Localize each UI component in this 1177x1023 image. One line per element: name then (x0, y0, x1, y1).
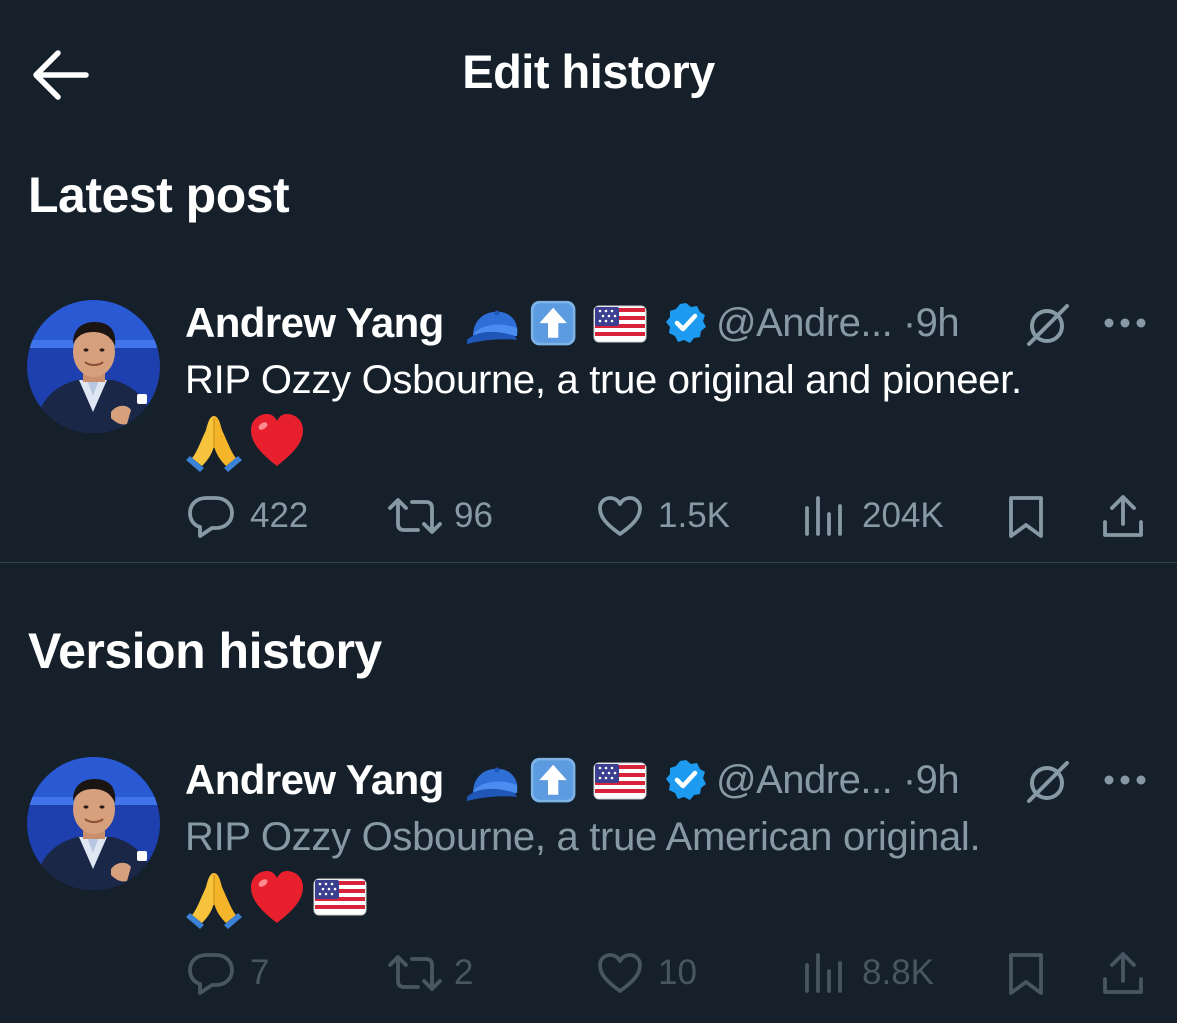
views-count: 8.8K (862, 953, 934, 992)
share-icon (1103, 495, 1143, 537)
version-history-heading: Version history (28, 623, 382, 679)
repost-icon (388, 498, 442, 534)
reply-icon (188, 953, 234, 995)
bookmark-icon (1009, 953, 1043, 995)
repost-button[interactable]: 96 (386, 490, 506, 540)
bookmark-icon (1009, 496, 1043, 538)
blue-cap-icon (467, 767, 518, 801)
latest-post[interactable]: Andrew Yang @Andre... ·9h RIP Ozzy Osbou… (0, 299, 1177, 560)
edited-icon[interactable] (1023, 759, 1073, 805)
page-title: Edit history (462, 45, 715, 98)
bookmark-button[interactable] (1006, 947, 1050, 997)
author-name[interactable]: Andrew Yang (185, 299, 444, 347)
views-button[interactable]: 204K (802, 490, 962, 540)
heart-outline-icon (598, 496, 642, 536)
views-chart-icon (805, 496, 842, 536)
author-handle[interactable]: @Andre... ·9h (716, 758, 960, 803)
avatar[interactable] (27, 300, 160, 433)
folded-hands-icon (185, 415, 243, 473)
edited-icon[interactable] (1023, 302, 1073, 348)
up-arrow-icon (530, 300, 576, 346)
repost-icon (388, 955, 442, 991)
reply-button[interactable]: 7 (186, 947, 296, 997)
up-arrow-icon (530, 757, 576, 803)
more-options-icon[interactable] (1102, 773, 1148, 787)
like-count: 10 (658, 953, 697, 992)
avatar[interactable] (27, 757, 160, 890)
verified-badge-icon (666, 760, 706, 800)
us-flag-icon (593, 305, 647, 343)
share-button[interactable] (1100, 947, 1148, 997)
edit-history-screen: Edit history Latest post Andrew Yang @An… (0, 0, 1177, 1023)
heart-outline-icon (598, 953, 642, 993)
reply-icon (188, 496, 234, 538)
reply-count: 422 (250, 496, 309, 535)
verified-badge-icon (666, 303, 706, 343)
post-text: RIP Ozzy Osbourne, a true original and p… (185, 358, 1022, 402)
repost-button[interactable]: 2 (386, 947, 496, 997)
section-divider (0, 562, 1177, 563)
like-count: 1.5K (658, 496, 730, 535)
post-text: RIP Ozzy Osbourne, a true American origi… (185, 815, 981, 859)
views-chart-icon (805, 953, 842, 993)
latest-post-heading: Latest post (28, 167, 290, 223)
post-header: Andrew Yang @Andre... ·9h (185, 299, 1165, 350)
like-button[interactable]: 10 (596, 947, 716, 997)
folded-hands-icon (185, 872, 243, 930)
author-name[interactable]: Andrew Yang (185, 756, 444, 804)
share-button[interactable] (1100, 490, 1148, 540)
previous-version-post[interactable]: Andrew Yang @Andre... ·9h RIP Ozzy Osbou… (0, 756, 1177, 1017)
red-heart-icon (251, 414, 303, 466)
views-button[interactable]: 8.8K (802, 947, 952, 997)
us-flag-icon (593, 762, 647, 800)
more-options-icon[interactable] (1102, 316, 1148, 330)
us-flag-icon (313, 878, 367, 916)
share-icon (1103, 952, 1143, 994)
author-handle[interactable]: @Andre... ·9h (716, 301, 960, 346)
post-header: Andrew Yang @Andre... ·9h (185, 756, 1165, 807)
reply-button[interactable]: 422 (186, 490, 316, 540)
bookmark-button[interactable] (1006, 490, 1050, 540)
red-heart-icon (251, 871, 303, 923)
repost-count: 96 (454, 496, 493, 535)
repost-count: 2 (454, 953, 474, 992)
post-actions: 422 96 1.5K 204K (0, 490, 1177, 540)
reply-count: 7 (250, 953, 270, 992)
views-count: 204K (862, 496, 944, 535)
post-actions: 7 2 10 8.8K (0, 947, 1177, 997)
like-button[interactable]: 1.5K (596, 490, 736, 540)
top-bar: Edit history (0, 0, 1177, 150)
blue-cap-icon (467, 310, 518, 344)
